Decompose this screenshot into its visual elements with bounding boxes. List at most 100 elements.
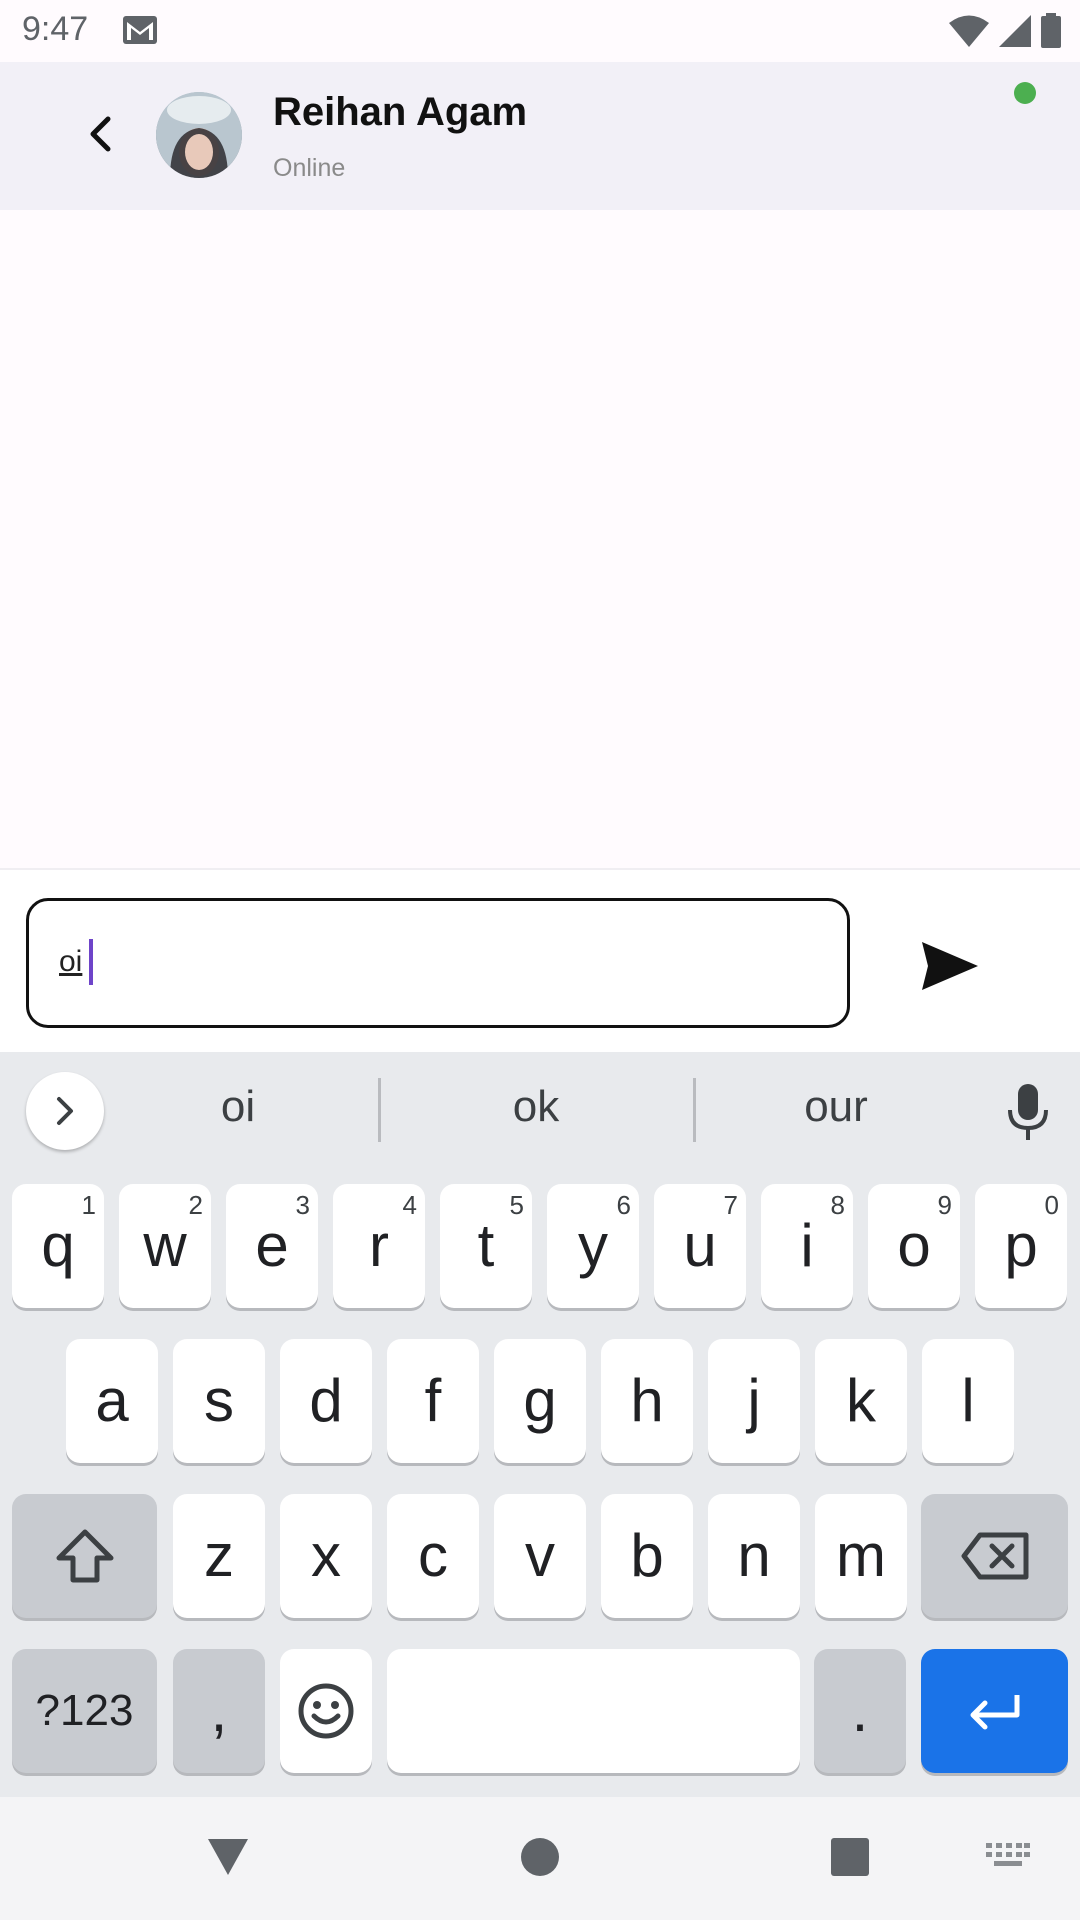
key-label: a <box>95 1367 129 1434</box>
send-icon <box>922 942 978 990</box>
suggestion-divider <box>378 1078 381 1142</box>
message-list[interactable] <box>0 210 1080 868</box>
keyboard-expand-button[interactable] <box>26 1072 104 1150</box>
key-s[interactable]: s <box>173 1339 265 1463</box>
message-composer: oi <box>0 868 1080 1052</box>
back-button[interactable] <box>72 106 128 162</box>
key-label: d <box>309 1367 343 1434</box>
period-key-label: . <box>851 1677 869 1744</box>
period-key[interactable]: . <box>814 1649 906 1773</box>
key-hint: 8 <box>830 1190 845 1220</box>
message-input[interactable]: oi <box>26 898 850 1028</box>
key-label: s <box>204 1367 234 1434</box>
contact-status: Online <box>273 154 346 182</box>
recents-nav-icon[interactable] <box>830 1837 870 1877</box>
key-label: i <box>800 1212 814 1279</box>
key-label: x <box>311 1522 341 1589</box>
key-l[interactable]: l <box>922 1339 1014 1463</box>
key-j[interactable]: j <box>708 1339 800 1463</box>
online-indicator <box>1014 82 1036 104</box>
key-label: b <box>630 1522 664 1589</box>
wifi-icon <box>949 15 989 47</box>
key-v[interactable]: v <box>494 1494 586 1618</box>
key-label: n <box>737 1522 771 1589</box>
key-hint: 1 <box>81 1190 96 1220</box>
key-m[interactable]: m <box>815 1494 907 1618</box>
backspace-icon <box>961 1532 1028 1580</box>
key-p[interactable]: p0 <box>975 1184 1067 1308</box>
keyboard-switch-icon[interactable] <box>986 1843 1030 1873</box>
microphone-icon[interactable] <box>1004 1082 1052 1142</box>
comma-key-label: , <box>210 1677 228 1744</box>
key-label: v <box>525 1522 555 1589</box>
comma-key[interactable]: , <box>173 1649 265 1773</box>
key-f[interactable]: f <box>387 1339 479 1463</box>
suggestion-2[interactable]: ok <box>436 1082 636 1132</box>
chat-header: Reihan Agam Online <box>0 62 1080 210</box>
symbols-key[interactable]: ?123 <box>12 1649 157 1773</box>
key-n[interactable]: n <box>708 1494 800 1618</box>
key-label: z <box>204 1522 234 1589</box>
status-icons <box>948 12 1062 50</box>
key-d[interactable]: d <box>280 1339 372 1463</box>
key-a[interactable]: a <box>66 1339 158 1463</box>
key-hint: 3 <box>295 1190 310 1220</box>
key-q[interactable]: q1 <box>12 1184 104 1308</box>
symbols-key-label: ?123 <box>35 1686 134 1735</box>
key-label: p <box>1004 1212 1038 1279</box>
key-hint: 7 <box>723 1190 738 1220</box>
key-u[interactable]: u7 <box>654 1184 746 1308</box>
contact-avatar[interactable] <box>156 92 242 178</box>
key-label: g <box>523 1367 557 1434</box>
contact-name: Reihan Agam <box>273 90 528 134</box>
text-cursor <box>89 939 93 985</box>
key-e[interactable]: e3 <box>226 1184 318 1308</box>
shift-key[interactable] <box>12 1494 157 1618</box>
key-g[interactable]: g <box>494 1339 586 1463</box>
system-nav-bar <box>0 1797 1080 1920</box>
key-label: k <box>846 1367 876 1434</box>
key-label: m <box>836 1522 886 1589</box>
key-label: t <box>477 1212 495 1279</box>
enter-key[interactable] <box>921 1649 1068 1773</box>
key-label: y <box>578 1212 608 1279</box>
avatar-image <box>156 92 242 178</box>
key-label: u <box>683 1212 717 1279</box>
back-nav-icon[interactable] <box>206 1837 250 1877</box>
home-nav-icon[interactable] <box>520 1837 560 1877</box>
key-i[interactable]: i8 <box>761 1184 853 1308</box>
suggestion-strip: oi ok our <box>0 1052 1080 1168</box>
key-c[interactable]: c <box>387 1494 479 1618</box>
gmail-notification-icon <box>123 16 157 44</box>
status-bar: 9:47 <box>0 0 1080 62</box>
key-label: w <box>143 1212 187 1279</box>
suggestion-3[interactable]: our <box>736 1082 936 1132</box>
chevron-left-icon <box>90 116 111 152</box>
key-k[interactable]: k <box>815 1339 907 1463</box>
shift-icon <box>56 1529 113 1583</box>
key-label: e <box>255 1212 289 1279</box>
key-hint: 9 <box>937 1190 952 1220</box>
key-z[interactable]: z <box>173 1494 265 1618</box>
suggestion-1[interactable]: oi <box>138 1082 338 1132</box>
suggestion-divider <box>693 1078 696 1142</box>
key-b[interactable]: b <box>601 1494 693 1618</box>
space-key[interactable] <box>387 1649 800 1773</box>
message-input-value: oi <box>59 945 83 978</box>
key-y[interactable]: y6 <box>547 1184 639 1308</box>
key-t[interactable]: t5 <box>440 1184 532 1308</box>
send-button[interactable] <box>918 934 982 998</box>
key-w[interactable]: w2 <box>119 1184 211 1308</box>
emoji-key[interactable] <box>280 1649 372 1773</box>
key-label: o <box>897 1212 931 1279</box>
battery-icon <box>1041 13 1061 48</box>
backspace-key[interactable] <box>921 1494 1068 1618</box>
key-hint: 2 <box>188 1190 203 1220</box>
status-time: 9:47 <box>22 10 89 48</box>
enter-icon <box>970 1695 1019 1730</box>
key-h[interactable]: h <box>601 1339 693 1463</box>
key-x[interactable]: x <box>280 1494 372 1618</box>
signal-icon <box>999 15 1031 47</box>
key-r[interactable]: r4 <box>333 1184 425 1308</box>
key-o[interactable]: o9 <box>868 1184 960 1308</box>
